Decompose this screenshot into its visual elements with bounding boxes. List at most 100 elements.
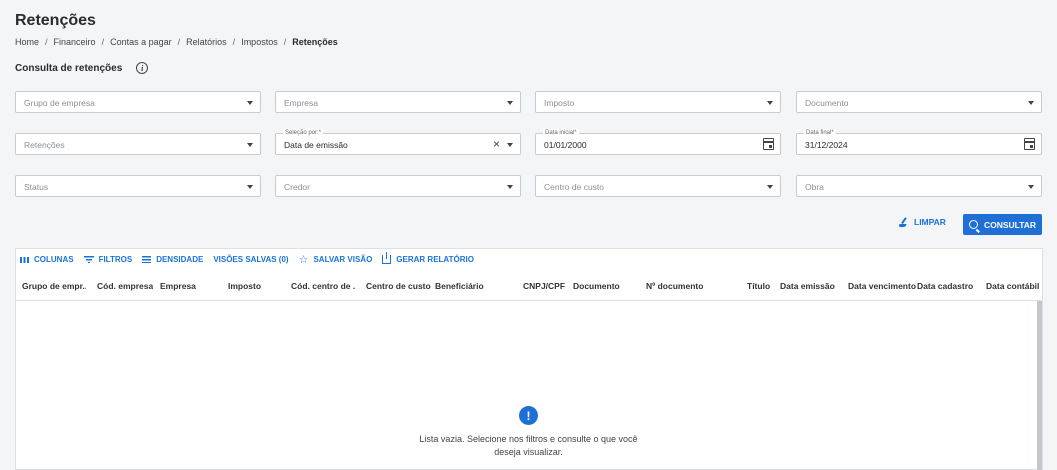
documento-placeholder: Documento [805,98,849,108]
salvar-visao-button[interactable]: ☆ SALVAR VISÃO [298,253,373,266]
breadcrumb-separator: / [232,37,236,47]
column-header-centro-custo[interactable]: Centro de custo [366,281,431,291]
selecao-por-value: Data de emissão [284,140,348,150]
download-icon [382,252,392,264]
info-icon[interactable]: i [136,62,149,74]
table-header: Grupo de empr... Cód. empresa Empresa Im… [16,277,1042,301]
vertical-scrollbar[interactable] [1037,301,1042,470]
data-inicial-value: 01/01/2000 [544,140,587,150]
centro-custo-select[interactable]: Centro de custo [535,175,781,197]
chevron-down-icon [247,143,253,147]
obra-select[interactable]: Obra [796,175,1042,197]
credor-select[interactable]: Credor [275,175,521,197]
chevron-down-icon [507,185,513,189]
star-icon: ☆ [298,253,309,266]
filtros-button[interactable]: FILTROS [83,255,133,264]
limpar-button[interactable]: LIMPAR [899,217,946,227]
consultar-label: CONSULTAR [983,219,1037,230]
breadcrumb-impostos[interactable]: Impostos [241,37,278,47]
breadcrumb-current: Retenções [292,37,338,47]
chevron-down-icon [507,101,513,105]
chevron-down-icon [1028,101,1034,105]
status-select[interactable]: Status [15,175,261,197]
column-header-beneficiario[interactable]: Beneficiário [435,281,484,291]
gerar-relatorio-label: GERAR RELATÓRIO [396,255,474,264]
chevron-down-icon [1028,185,1034,189]
breadcrumb: Home / Financeiro / Contas a pagar / Relató… [15,37,338,47]
imposto-select[interactable]: Imposto [535,91,781,113]
empty-state-message: Lista vazia. Selecione nos filtros e con… [419,434,638,457]
column-header-cod-centro-custo[interactable]: Cód. centro de ... [291,281,355,291]
grupo-empresa-placeholder: Grupo de empresa [24,98,95,108]
column-header-cod-empresa[interactable]: Cód. empresa [97,281,153,291]
column-header-grupo-empresa[interactable]: Grupo de empr... [22,281,86,291]
visoes-salvas-label: VISÕES SALVAS (0) [213,255,289,264]
calendar-icon[interactable] [763,138,774,150]
chevron-down-icon [507,143,513,147]
breadcrumb-separator: / [45,37,48,47]
broom-icon [899,217,909,227]
colunas-button[interactable]: COLUNAS [20,255,74,264]
column-header-data-vencimento[interactable]: Data vencimento [848,281,916,291]
breadcrumb-contas-a-pagar[interactable]: Contas a pagar [110,37,172,47]
close-icon[interactable]: × [493,137,500,151]
filtros-label: FILTROS [98,255,133,264]
breadcrumb-financeiro[interactable]: Financeiro [54,37,96,47]
section-title: Consulta de retenções i [15,62,149,74]
column-header-data-contabil[interactable]: Data contábil [986,281,1039,291]
breadcrumb-relatorios[interactable]: Relatórios [186,37,227,47]
breadcrumb-separator: / [101,37,105,47]
chevron-down-icon [247,185,253,189]
retencoes-select[interactable]: Retenções [15,133,261,155]
data-final-value: 31/12/2024 [805,140,848,150]
column-header-titulo[interactable]: Título [747,281,770,291]
chevron-down-icon [767,101,773,105]
breadcrumb-home[interactable]: Home [15,37,39,47]
filter-icon [83,256,94,263]
density-icon [142,256,152,263]
gerar-relatorio-button[interactable]: GERAR RELATÓRIO [382,252,474,264]
selecao-por-label: Seleção por:* [283,129,324,137]
credor-placeholder: Credor [284,182,310,192]
limpar-label: LIMPAR [914,217,946,227]
column-header-empresa[interactable]: Empresa [160,281,196,291]
consultar-button[interactable]: CONSULTAR [963,214,1042,235]
calendar-icon[interactable] [1024,138,1035,150]
visoes-salvas-button[interactable]: VISÕES SALVAS (0) [213,255,288,264]
colunas-label: COLUNAS [34,255,74,264]
chevron-down-icon [767,185,773,189]
chevron-down-icon [247,101,253,105]
imposto-placeholder: Imposto [544,98,575,108]
section-title-text: Consulta de retenções [15,62,123,74]
data-grid: COLUNAS FILTROS DENSIDADE VISÕES SALVAS … [15,248,1043,470]
breadcrumb-separator: / [283,37,287,47]
grupo-empresa-select[interactable]: Grupo de empresa [15,91,261,113]
column-header-numero-documento[interactable]: Nº documento [646,281,703,291]
grid-toolbar: COLUNAS FILTROS DENSIDADE VISÕES SALVAS … [20,252,484,266]
column-header-data-cadastro[interactable]: Data cadastro [917,281,973,291]
obra-placeholder: Obra [805,182,824,192]
breadcrumb-separator: / [177,37,181,47]
documento-select[interactable]: Documento [796,91,1042,113]
status-placeholder: Status [24,182,49,192]
densidade-button[interactable]: DENSIDADE [142,255,203,264]
salvar-visao-label: SALVAR VISÃO [313,255,373,264]
alert-icon: ! [519,406,538,425]
column-header-documento[interactable]: Documento [573,281,620,291]
data-final-label: Data final* [804,129,836,137]
empresa-select[interactable]: Empresa [275,91,521,113]
columns-icon [20,256,29,263]
column-header-data-emissao[interactable]: Data emissão [780,281,835,291]
data-inicial-field[interactable]: Data inicial* 01/01/2000 [535,129,781,155]
retencoes-placeholder: Retenções [24,140,65,150]
selecao-por-select[interactable]: Seleção por:* Data de emissão × [275,129,521,155]
data-final-field[interactable]: Data final* 31/12/2024 [796,129,1042,155]
column-header-imposto[interactable]: Imposto [228,281,261,291]
centro-custo-placeholder: Centro de custo [544,182,605,192]
densidade-label: DENSIDADE [156,255,204,264]
data-inicial-label: Data inicial* [543,129,579,137]
column-header-cnpj-cpf[interactable]: CNPJ/CPF [523,281,565,291]
page-title: Retenções [15,12,96,29]
empresa-placeholder: Empresa [284,98,319,108]
search-icon [968,220,978,229]
